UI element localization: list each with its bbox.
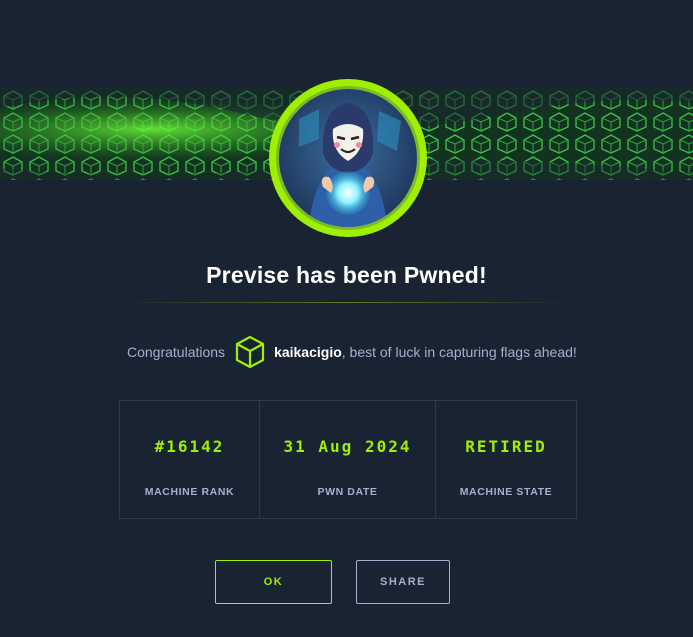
congrats-suffix: , best of luck in capturing flags ahead! <box>341 344 577 360</box>
stats-panel: #16142 MACHINE RANK 31 Aug 2024 PWN DATE… <box>119 400 577 519</box>
stat-machine-rank: #16142 MACHINE RANK <box>120 401 259 518</box>
stat-label: PWN DATE <box>317 486 378 498</box>
htb-cube-icon <box>235 335 265 369</box>
share-button[interactable]: SHARE <box>356 560 450 604</box>
title-divider <box>120 302 573 303</box>
congrats-message: Congratulations kaikacigio , best of luc… <box>127 334 577 370</box>
stat-label: MACHINE STATE <box>459 486 553 498</box>
hacker-avatar-icon <box>279 89 417 227</box>
stat-machine-state: RETIRED MACHINE STATE <box>435 401 576 518</box>
stat-value: RETIRED <box>465 437 547 456</box>
stat-label: MACHINE RANK <box>144 486 235 498</box>
congrats-prefix: Congratulations <box>127 344 226 360</box>
machine-avatar <box>269 79 427 237</box>
pwned-modal: Previse has been Pwned! Congratulations … <box>0 0 693 637</box>
ok-button[interactable]: OK <box>215 560 332 604</box>
page-title: Previse has been Pwned! <box>206 262 487 288</box>
stat-value: 31 Aug 2024 <box>283 437 412 456</box>
stat-value: #16142 <box>154 437 225 456</box>
stat-pwn-date: 31 Aug 2024 PWN DATE <box>259 401 435 518</box>
username-link[interactable]: kaikacigio <box>274 344 342 360</box>
